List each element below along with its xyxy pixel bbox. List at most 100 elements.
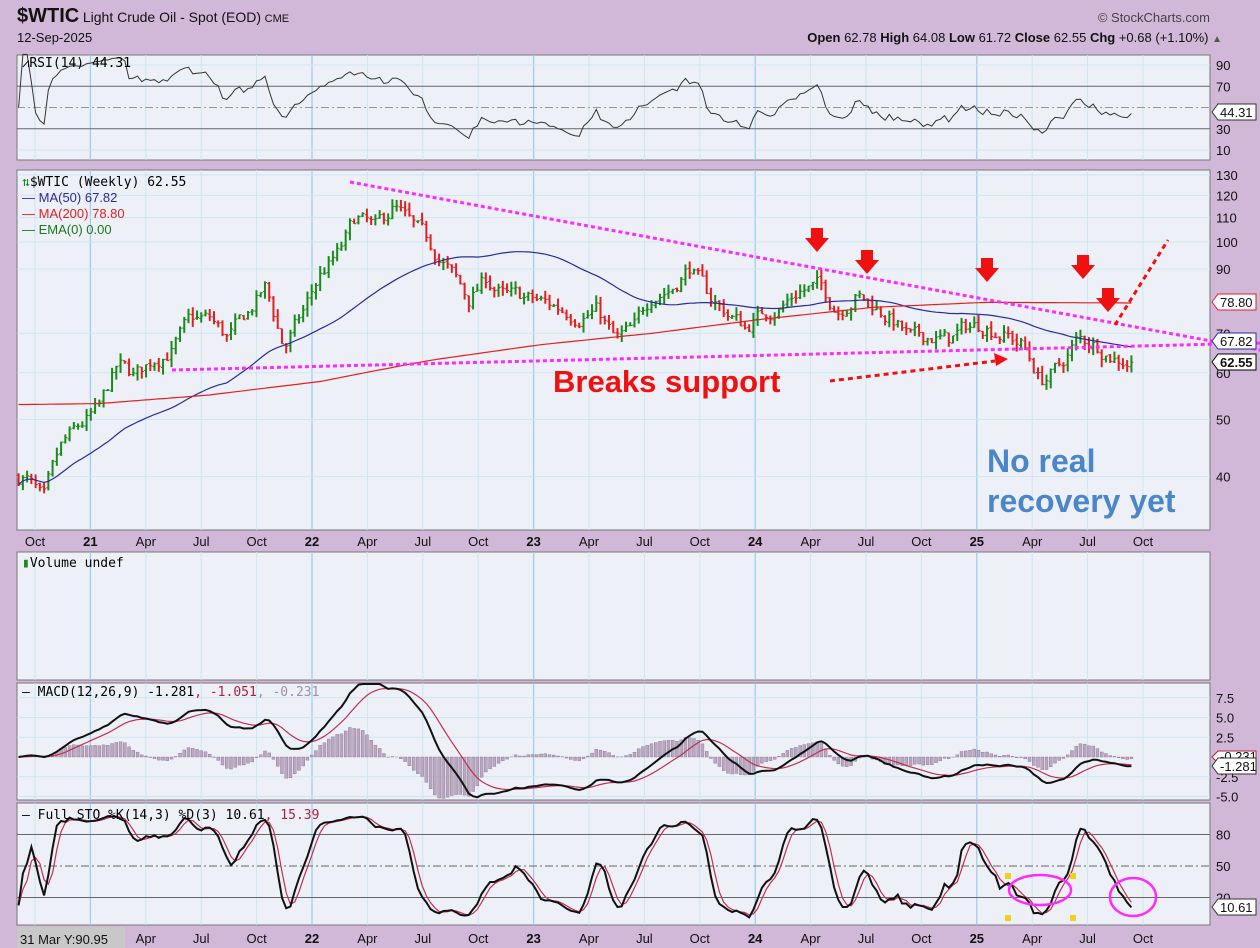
macd-histogram-bar	[692, 738, 696, 758]
selection-handle	[1070, 915, 1076, 921]
macd-histogram-bar	[458, 756, 463, 795]
macd-histogram-bar	[972, 748, 976, 758]
x-tick-label-bottom: Jul	[193, 931, 210, 946]
macd-histogram-bar	[1053, 756, 1057, 764]
x-tick-label-bottom: 23	[526, 931, 540, 946]
rsi-tick: 10	[1216, 143, 1230, 158]
macd-histogram-bar	[169, 756, 174, 760]
macd-histogram-bar	[543, 753, 547, 758]
sto-legend: — Full STO %K(14,3) %D(3) 10.61, 15.39	[22, 808, 319, 823]
macd-histogram-bar	[335, 734, 339, 758]
macd-histogram-bar	[624, 755, 628, 758]
svg-text:78.80: 78.80	[1220, 295, 1253, 310]
macd-histogram-bar	[976, 750, 981, 758]
annotation-breaks-support: Breaks support	[553, 364, 780, 399]
x-tick-label: Jul	[858, 534, 875, 549]
macd-histogram-bar	[97, 745, 102, 758]
macd-histogram-bar	[208, 753, 212, 758]
sto-value-tag: 10.61	[1211, 898, 1257, 916]
macd-histogram-bar	[237, 756, 242, 766]
macd-histogram-bar	[114, 742, 119, 758]
volume-panel	[16, 551, 1211, 681]
macd-histogram-bar	[700, 743, 705, 758]
macd-histogram-bar	[199, 750, 203, 758]
macd-histogram-bar	[84, 745, 89, 758]
annotation-no-real: No real	[987, 443, 1095, 479]
price-tick: 40	[1216, 470, 1230, 485]
macd-histogram-bar	[233, 756, 237, 768]
macd-histogram-bar	[1116, 756, 1121, 758]
macd-histogram-bar	[123, 742, 127, 758]
macd-histogram-bar	[942, 756, 947, 759]
macd-histogram-bar	[403, 756, 407, 762]
macd-histogram-bar	[1049, 756, 1053, 767]
macd-histogram-bar	[594, 749, 598, 758]
macd-histogram-bar	[110, 743, 114, 758]
macd-histogram-bar	[428, 756, 433, 790]
macd-histogram-bar	[964, 750, 968, 758]
macd-histogram-bar	[947, 756, 951, 759]
macd-histogram-bar	[968, 750, 972, 758]
macd-histogram-bar	[530, 754, 535, 758]
macd-histogram-bar	[632, 752, 637, 758]
macd-histogram-bar	[654, 742, 658, 758]
macd-histogram-bar	[828, 755, 832, 758]
macd-histogram-bar	[1125, 756, 1129, 760]
macd-histogram-bar	[785, 750, 790, 758]
macd-histogram-bar	[339, 733, 344, 758]
macd-histogram-bar	[1121, 756, 1125, 760]
macd-histogram-bar	[1099, 751, 1104, 758]
rsi-tick: 90	[1216, 58, 1230, 73]
macd-histogram-bar	[191, 748, 195, 758]
x-tick-label: Apr	[1022, 534, 1043, 549]
macd-histogram-bar	[186, 747, 191, 758]
macd-histogram-bar	[547, 754, 552, 758]
macd-histogram-bar	[709, 756, 713, 759]
x-tick-label-bottom: 24	[748, 931, 763, 946]
x-tick-label: Jul	[1079, 534, 1096, 549]
macd-tick: -5.0	[1216, 790, 1238, 805]
macd-histogram-bar	[505, 756, 509, 760]
macd-histogram-bar	[165, 756, 169, 761]
macd-histogram-bar	[760, 756, 764, 764]
macd-histogram-bar	[704, 751, 709, 758]
macd-histogram-bar	[492, 756, 497, 767]
macd-histogram-bar	[1070, 750, 1074, 758]
macd-histogram-bar	[556, 755, 560, 758]
ma200-value-tag: 78.80	[1211, 293, 1257, 311]
macd-histogram-bar	[539, 753, 543, 758]
x-tick-label: Jul	[636, 534, 653, 549]
macd-histogram-bar	[369, 740, 373, 758]
macd-histogram-bar	[535, 754, 539, 758]
macd-histogram-bar	[305, 756, 310, 761]
macd-histogram-bar	[1061, 756, 1066, 759]
svg-text:67.82: 67.82	[1220, 334, 1253, 349]
macd-histogram-bar	[360, 730, 365, 758]
price-tick: 120	[1216, 188, 1238, 203]
macd-histogram-bar	[896, 756, 900, 766]
x-tick-label: 22	[305, 534, 319, 549]
macd-histogram-bar	[1078, 743, 1083, 758]
macd-histogram-bar	[352, 728, 356, 758]
macd-histogram-bar	[513, 754, 518, 758]
macd-histogram-bar	[1044, 756, 1049, 770]
macd-histogram-bar	[424, 756, 429, 783]
macd-histogram-bar	[713, 756, 717, 764]
price-legend: ⇅$WTIC (Weekly) 62.55	[22, 175, 186, 190]
x-tick-label-bottom: Oct	[690, 931, 711, 946]
macd-histogram-bar	[1091, 745, 1095, 758]
macd-histogram-bar	[343, 730, 348, 758]
macd-histogram-bar	[836, 756, 841, 765]
macd-histogram-bar	[607, 752, 611, 758]
macd-histogram-bar	[930, 756, 934, 765]
macd-histogram-bar	[590, 752, 594, 758]
macd-histogram-bar	[1104, 753, 1108, 758]
macd-histogram-bar	[450, 756, 454, 796]
macd-histogram-bar	[322, 742, 327, 758]
macd-histogram-bar	[131, 750, 135, 758]
exchange: CME	[265, 13, 289, 25]
price-tick: 90	[1216, 262, 1230, 277]
macd-histogram-bar	[611, 755, 615, 758]
sto-tick: 50	[1216, 859, 1230, 874]
macd-histogram-bar	[598, 749, 603, 758]
